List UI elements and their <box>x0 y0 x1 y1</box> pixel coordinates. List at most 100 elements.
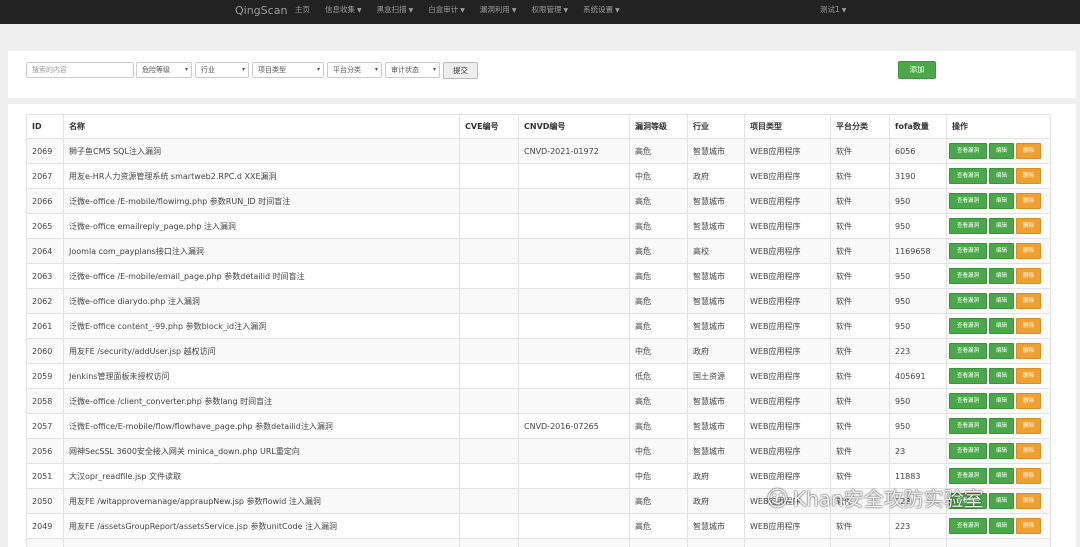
cell-fofa: 950 <box>889 288 947 314</box>
view-vuln-button[interactable]: 查看漏洞 <box>949 468 987 484</box>
view-vuln-button[interactable]: 查看漏洞 <box>949 268 987 284</box>
cell-actions: 查看漏洞 编辑 删除 <box>946 288 1051 314</box>
delete-button[interactable]: 删除 <box>1016 468 1041 484</box>
cell-cnvd <box>518 488 630 514</box>
cell-actions: 查看漏洞 编辑 删除 <box>946 238 1051 264</box>
delete-button[interactable]: 删除 <box>1016 368 1041 384</box>
cell-platform: 软件 <box>830 438 890 464</box>
nav-item-4[interactable]: 漏洞利用 ▼ <box>480 0 517 24</box>
cell-type: WEB应用程序 <box>744 313 831 339</box>
nav-item-5[interactable]: 权限管理 ▼ <box>532 0 569 24</box>
edit-button[interactable]: 编辑 <box>989 168 1014 184</box>
cell-cnvd <box>518 163 630 189</box>
nav-item-0[interactable]: 主页 <box>295 0 310 24</box>
cell-actions: 查看漏洞 编辑 删除 <box>946 513 1051 539</box>
nav-item-2[interactable]: 黑盒扫描 ▼ <box>377 0 414 24</box>
cell-id: 2057 <box>26 413 64 439</box>
delete-button[interactable]: 删除 <box>1016 418 1041 434</box>
view-vuln-button[interactable]: 查看漏洞 <box>949 393 987 409</box>
column-header: 名称 <box>63 114 460 139</box>
user-menu[interactable]: 测试1 ▼ <box>820 0 846 24</box>
nav-item-3[interactable]: 白盒审计 ▼ <box>428 0 465 24</box>
delete-button[interactable]: 删除 <box>1016 143 1041 159</box>
cell-level: 高危 <box>629 138 688 164</box>
delete-button[interactable]: 删除 <box>1016 218 1041 234</box>
delete-button[interactable]: 删除 <box>1016 318 1041 334</box>
column-header: 行业 <box>687 114 745 139</box>
cell-platform: 软件 <box>830 513 890 539</box>
table-row: 2060 用友FE /security/addUser.jsp 越权访问 中危 政府 W… <box>26 338 1051 364</box>
cell-actions: 查看漏洞 编辑 删除 <box>946 213 1051 239</box>
cell-cnvd <box>518 538 630 547</box>
delete-button[interactable]: 删除 <box>1016 268 1041 284</box>
view-vuln-button[interactable]: 查看漏洞 <box>949 293 987 309</box>
edit-button[interactable]: 编辑 <box>989 493 1014 509</box>
edit-button[interactable]: 编辑 <box>989 518 1014 534</box>
cell-id: 2063 <box>26 263 64 289</box>
edit-button[interactable]: 编辑 <box>989 243 1014 259</box>
cell-cve <box>459 388 519 414</box>
edit-button[interactable]: 编辑 <box>989 318 1014 334</box>
view-vuln-button[interactable]: 查看漏洞 <box>949 518 987 534</box>
view-vuln-button[interactable]: 查看漏洞 <box>949 343 987 359</box>
cell-actions: 查看漏洞 编辑 删除 <box>946 363 1051 389</box>
delete-button[interactable]: 删除 <box>1016 443 1041 459</box>
nav-item-6[interactable]: 系统设置 ▼ <box>583 0 620 24</box>
edit-button[interactable]: 编辑 <box>989 293 1014 309</box>
edit-button[interactable]: 编辑 <box>989 443 1014 459</box>
cell-id: 2061 <box>26 313 64 339</box>
cell-cnvd <box>518 513 630 539</box>
view-vuln-button[interactable]: 查看漏洞 <box>949 243 987 259</box>
delete-button[interactable]: 删除 <box>1016 493 1041 509</box>
view-vuln-button[interactable]: 查看漏洞 <box>949 493 987 509</box>
nav-item-label: 黑盒扫描 <box>376 5 407 14</box>
view-vuln-button[interactable]: 查看漏洞 <box>949 168 987 184</box>
edit-button[interactable]: 编辑 <box>989 468 1014 484</box>
edit-button[interactable]: 编辑 <box>989 368 1014 384</box>
cell-id: 2066 <box>26 188 64 214</box>
view-vuln-button[interactable]: 查看漏洞 <box>949 218 987 234</box>
view-vuln-button[interactable]: 查看漏洞 <box>949 418 987 434</box>
risk-level-select[interactable]: 危险等级 ▾ <box>136 62 192 78</box>
cell-actions <box>946 538 1051 547</box>
platform-select[interactable]: 平台分类 ▾ <box>327 62 382 78</box>
submit-button[interactable]: 提交 <box>443 62 478 79</box>
industry-select[interactable]: 行业 ▾ <box>195 62 249 78</box>
project-type-select[interactable]: 项目类型 ▾ <box>252 62 324 78</box>
view-vuln-button[interactable]: 查看漏洞 <box>949 368 987 384</box>
table-row: 2061 泛微E-office content_-99.php 参数block_i… <box>26 313 1051 339</box>
cell-cve <box>459 138 519 164</box>
edit-button[interactable]: 编辑 <box>989 418 1014 434</box>
edit-button[interactable]: 编辑 <box>989 143 1014 159</box>
cell-level: 高危 <box>629 413 688 439</box>
edit-button[interactable]: 编辑 <box>989 218 1014 234</box>
view-vuln-button[interactable]: 查看漏洞 <box>949 143 987 159</box>
delete-button[interactable]: 删除 <box>1016 168 1041 184</box>
cell-fofa: 950 <box>889 413 947 439</box>
search-input[interactable]: 搜索的内容 <box>26 62 134 78</box>
audit-status-select[interactable]: 审计状态 ▾ <box>385 62 440 78</box>
delete-button[interactable]: 删除 <box>1016 518 1041 534</box>
delete-button[interactable]: 删除 <box>1016 393 1041 409</box>
view-vuln-button[interactable]: 查看漏洞 <box>949 193 987 209</box>
delete-button[interactable]: 删除 <box>1016 293 1041 309</box>
view-vuln-button[interactable]: 查看漏洞 <box>949 443 987 459</box>
cell-level <box>629 538 688 547</box>
nav-item-1[interactable]: 信息收集 ▼ <box>325 0 362 24</box>
cell-actions: 查看漏洞 编辑 删除 <box>946 413 1051 439</box>
view-vuln-button[interactable]: 查看漏洞 <box>949 318 987 334</box>
add-button[interactable]: 添加 <box>898 61 936 79</box>
brand-logo[interactable]: QingScan <box>235 0 287 24</box>
delete-button[interactable]: 删除 <box>1016 193 1041 209</box>
cell-id: 2065 <box>26 213 64 239</box>
cell-name: 泛微E-office content_-99.php 参数block_id注入漏… <box>63 313 460 339</box>
filter-panel: 搜索的内容 危险等级 ▾ 行业 ▾ 项目类型 ▾ 平台分类 ▾ 审计状态 ▾ 提交 添加 <box>8 51 1076 98</box>
edit-button[interactable]: 编辑 <box>989 193 1014 209</box>
cell-cve <box>459 438 519 464</box>
edit-button[interactable]: 编辑 <box>989 393 1014 409</box>
edit-button[interactable]: 编辑 <box>989 343 1014 359</box>
cell-cve <box>459 288 519 314</box>
delete-button[interactable]: 删除 <box>1016 243 1041 259</box>
delete-button[interactable]: 删除 <box>1016 343 1041 359</box>
edit-button[interactable]: 编辑 <box>989 268 1014 284</box>
